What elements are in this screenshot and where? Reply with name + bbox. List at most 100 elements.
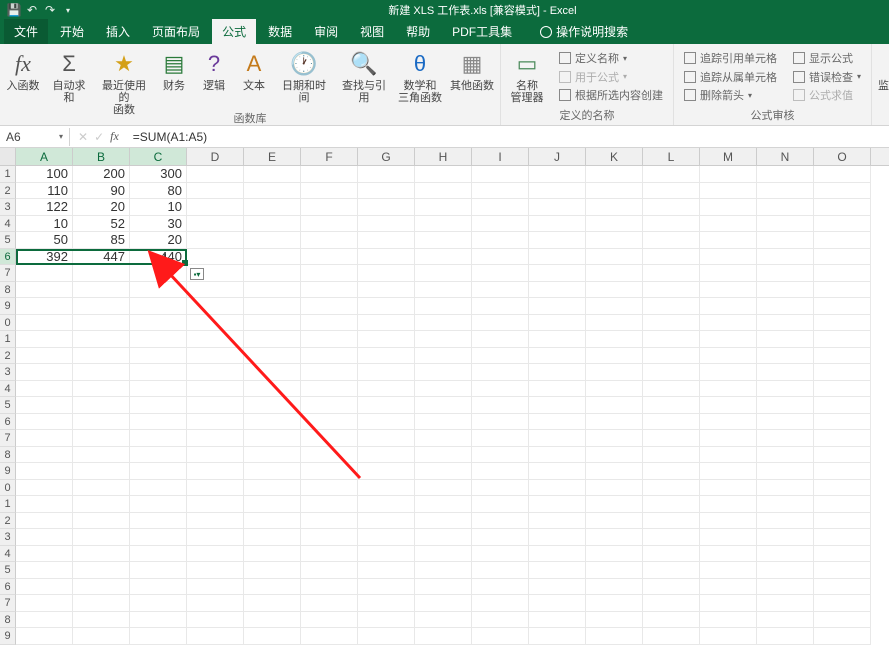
cell[interactable] xyxy=(472,315,529,332)
name-box[interactable]: A6 ▾ xyxy=(0,128,70,146)
cell[interactable] xyxy=(643,265,700,282)
cell[interactable] xyxy=(586,364,643,381)
cell[interactable] xyxy=(187,595,244,612)
cell[interactable] xyxy=(814,529,871,546)
col-header-J[interactable]: J xyxy=(529,148,586,165)
cell[interactable] xyxy=(814,414,871,431)
cell[interactable] xyxy=(472,480,529,497)
cell[interactable]: 20 xyxy=(73,199,130,216)
remove-arrows-button[interactable]: 删除箭头 ▾ xyxy=(684,87,777,104)
row-header[interactable]: 1 xyxy=(0,166,16,183)
tab-home[interactable]: 开始 xyxy=(50,19,94,44)
cell[interactable] xyxy=(415,232,472,249)
cell[interactable] xyxy=(130,447,187,464)
cell[interactable] xyxy=(529,463,586,480)
cell[interactable] xyxy=(187,282,244,299)
cell[interactable] xyxy=(643,546,700,563)
cell[interactable] xyxy=(814,166,871,183)
cell[interactable] xyxy=(244,216,301,233)
cell[interactable] xyxy=(472,496,529,513)
cell[interactable] xyxy=(814,562,871,579)
cell[interactable]: 85 xyxy=(73,232,130,249)
cell[interactable] xyxy=(472,265,529,282)
cell[interactable] xyxy=(643,595,700,612)
cell[interactable]: 10 xyxy=(16,216,73,233)
row-header[interactable]: 1 xyxy=(0,331,16,348)
cell[interactable] xyxy=(415,381,472,398)
cell[interactable] xyxy=(529,513,586,530)
cell[interactable] xyxy=(586,166,643,183)
cell[interactable]: 90 xyxy=(73,183,130,200)
cell[interactable] xyxy=(700,463,757,480)
show-formulas-button[interactable]: 显示公式 xyxy=(793,50,861,67)
row-header[interactable]: 2 xyxy=(0,183,16,200)
cell[interactable] xyxy=(415,397,472,414)
cell[interactable] xyxy=(358,546,415,563)
math-button[interactable]: θ 数学和 三角函数 xyxy=(398,48,442,104)
define-name-button[interactable]: 定义名称 ▾ xyxy=(559,50,663,67)
cell[interactable]: 10 xyxy=(130,199,187,216)
cell[interactable] xyxy=(358,513,415,530)
row-header[interactable]: 4 xyxy=(0,216,16,233)
cell[interactable] xyxy=(643,463,700,480)
cell[interactable] xyxy=(16,447,73,464)
cell[interactable] xyxy=(358,315,415,332)
cell[interactable] xyxy=(529,298,586,315)
cell[interactable] xyxy=(358,595,415,612)
cell[interactable] xyxy=(358,397,415,414)
cell[interactable] xyxy=(700,331,757,348)
cell[interactable] xyxy=(358,579,415,596)
cell[interactable] xyxy=(757,562,814,579)
cell[interactable] xyxy=(130,414,187,431)
cell[interactable] xyxy=(586,298,643,315)
name-box-dropdown-icon[interactable]: ▾ xyxy=(59,132,63,141)
cell[interactable] xyxy=(73,381,130,398)
cell[interactable] xyxy=(301,397,358,414)
col-header-B[interactable]: B xyxy=(73,148,130,165)
cell[interactable] xyxy=(757,183,814,200)
autosum-button[interactable]: Σ 自动求和 xyxy=(48,48,90,104)
row-header[interactable]: 0 xyxy=(0,315,16,332)
row-header[interactable]: 8 xyxy=(0,447,16,464)
cell[interactable] xyxy=(472,595,529,612)
cell[interactable] xyxy=(415,430,472,447)
cell[interactable] xyxy=(415,529,472,546)
evaluate-formula-button[interactable]: 公式求值 xyxy=(793,87,861,104)
cell[interactable] xyxy=(757,282,814,299)
cell[interactable] xyxy=(301,579,358,596)
col-header-E[interactable]: E xyxy=(244,148,301,165)
cell[interactable] xyxy=(16,331,73,348)
cell[interactable] xyxy=(529,232,586,249)
cell[interactable] xyxy=(814,579,871,596)
cell[interactable] xyxy=(472,546,529,563)
cell[interactable] xyxy=(643,430,700,447)
cell[interactable] xyxy=(814,232,871,249)
cell[interactable] xyxy=(586,216,643,233)
cell[interactable] xyxy=(757,496,814,513)
cell[interactable] xyxy=(472,628,529,645)
cell[interactable] xyxy=(73,612,130,629)
cell[interactable] xyxy=(73,546,130,563)
cell[interactable] xyxy=(73,364,130,381)
cell[interactable] xyxy=(415,364,472,381)
cell[interactable] xyxy=(415,562,472,579)
cell[interactable] xyxy=(130,579,187,596)
cell[interactable] xyxy=(16,463,73,480)
cell[interactable] xyxy=(757,595,814,612)
cell[interactable] xyxy=(301,265,358,282)
cell[interactable] xyxy=(415,414,472,431)
cell[interactable] xyxy=(700,249,757,266)
cell[interactable] xyxy=(700,529,757,546)
cell[interactable] xyxy=(415,216,472,233)
row-header[interactable]: 4 xyxy=(0,546,16,563)
row-header[interactable]: 6 xyxy=(0,579,16,596)
autofill-options-button[interactable]: ▪▾ xyxy=(190,268,204,280)
cell[interactable]: 50 xyxy=(16,232,73,249)
cell[interactable] xyxy=(187,381,244,398)
cell[interactable] xyxy=(643,216,700,233)
cell[interactable] xyxy=(358,265,415,282)
cell[interactable] xyxy=(586,199,643,216)
cell[interactable] xyxy=(757,397,814,414)
cell[interactable] xyxy=(415,579,472,596)
recent-functions-button[interactable]: ★ 最近使用的 函数 xyxy=(98,48,150,116)
